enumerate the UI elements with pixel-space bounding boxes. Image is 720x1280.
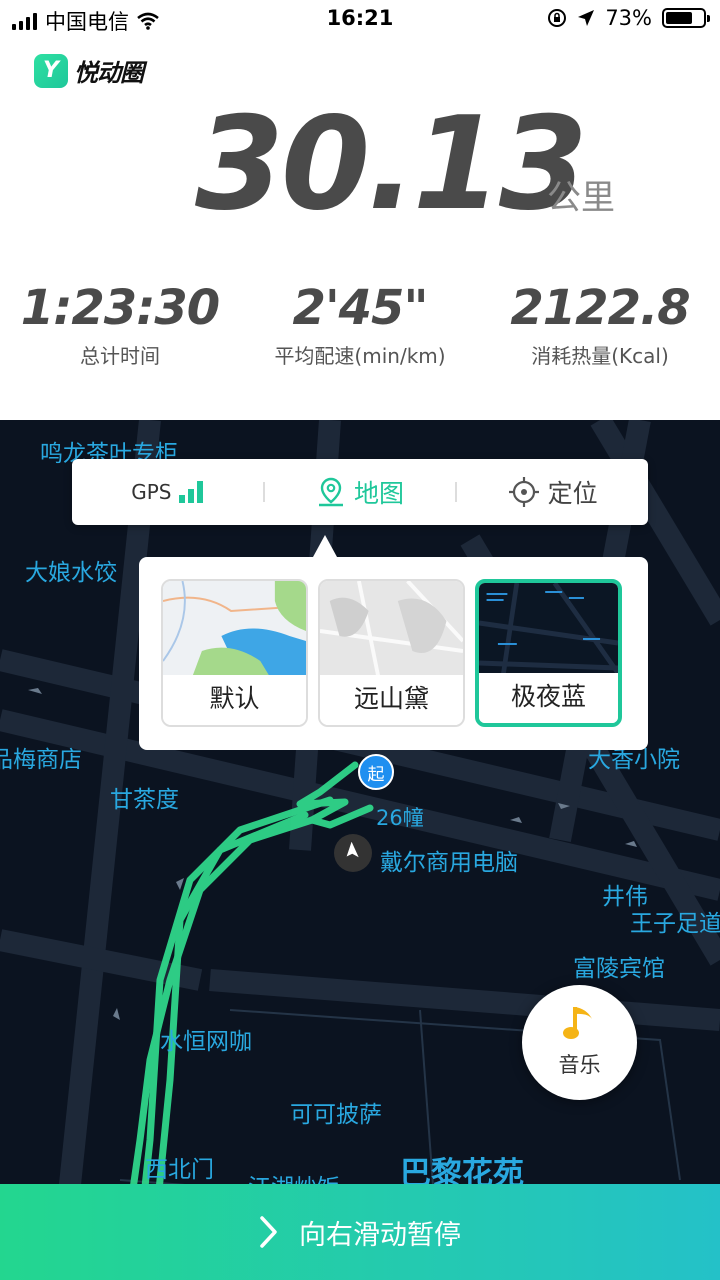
stat-avg-pace: 2'45" 平均配速(min/km) [240,280,480,369]
stat-label: 平均配速(min/km) [274,344,446,368]
route-start-marker: 起 [358,754,394,790]
distance-unit: 公里 [547,178,615,218]
default-map-thumbnail [163,581,306,677]
map-poi: 品梅商店 [0,747,82,773]
map-poi: 王子足道 [630,911,720,937]
map-poi: 甘茶度 [110,787,179,813]
map-poi: 戴尔商用电脑 [380,850,518,876]
map-poi: 可可披萨 [290,1102,382,1128]
locate-button[interactable]: 定位 [457,459,648,525]
current-location-icon [334,834,372,872]
map-pin-icon [319,477,343,507]
stat-calories: 2122.8 消耗热量(Kcal) [480,280,720,369]
distance-display: 30.13 公里 [0,100,720,230]
logo-text: 悦动圈 [74,59,144,87]
map-poi: 富陵宾馆 [573,956,665,982]
slide-label: 向右滑动暂停 [299,1219,461,1251]
slide-to-pause-bar[interactable]: 向右滑动暂停 [0,1184,720,1280]
map-style-button[interactable]: 地图 [265,459,456,525]
location-arrow-icon [578,10,595,26]
crosshair-icon [508,477,539,507]
stats-row: 1:23:30 总计时间 2'45" 平均配速(min/km) 2122.8 消… [0,280,720,380]
gps-status-button[interactable]: GPS [72,459,263,525]
gps-label: GPS [131,480,172,504]
gps-signal-icon [179,481,204,503]
map-label: 地图 [354,479,405,508]
stat-value: 2122.8 [510,280,690,336]
status-bar: 中国电信 16:21 73% [0,0,720,40]
music-label: 音乐 [558,1053,601,1077]
stat-label: 总计时间 [80,344,160,368]
map-poi: 水恒网咖 [160,1029,252,1055]
stat-label: 消耗热量(Kcal) [531,344,669,368]
map-style-name: 远山黛 [320,675,463,725]
map-style-popover: 默认 远山黛 极夜蓝 [139,535,648,750]
stat-value: 1:23:30 [20,280,220,336]
battery-percent: 73% [605,6,652,30]
map-style-name: 默认 [163,675,306,725]
logo-mark-icon: Y [34,53,68,88]
map-style-name: 极夜蓝 [479,673,618,723]
app-logo: Y 悦动圈 [34,53,144,88]
distance-value: 30.13 [195,90,588,239]
stat-total-time: 1:23:30 总计时间 [0,280,240,369]
music-note-icon [562,1007,592,1039]
map-poi: 26幢 [376,806,424,830]
grey-map-thumbnail [320,581,463,677]
chevron-right-icon [260,1216,277,1248]
map-poi: 大娘水饺 [25,560,117,586]
night-map-thumbnail [479,583,618,679]
map-poi: 西北门 [145,1157,214,1183]
orientation-lock-icon [548,9,567,27]
map-style-default[interactable]: 默认 [161,579,308,727]
map-style-night-blue[interactable]: 极夜蓝 [475,579,622,727]
map-control-bar: GPS 地图 定位 [72,459,648,525]
battery-icon [662,8,710,28]
locate-label: 定位 [547,479,598,508]
stat-value: 2'45" [292,280,429,336]
map-style-grey[interactable]: 远山黛 [318,579,465,727]
music-button[interactable]: 音乐 [522,985,637,1100]
